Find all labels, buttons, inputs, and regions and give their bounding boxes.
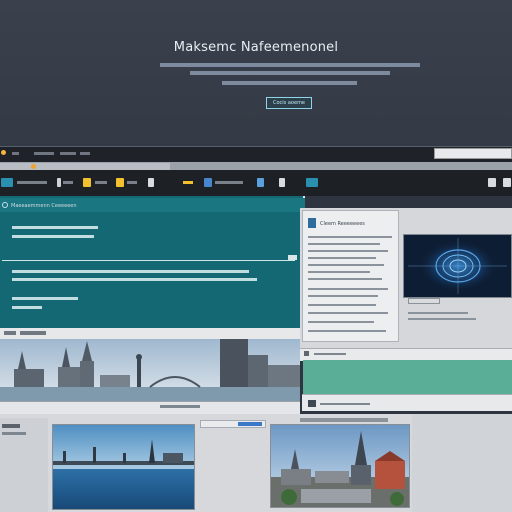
sidebar-label [2,424,20,428]
toolbar-label [20,331,46,335]
text-line [308,257,376,259]
text-line [308,304,376,306]
viz-action-button[interactable] [408,298,440,304]
text-line [308,250,388,252]
castle-graphic [271,425,409,507]
text-line [308,288,388,290]
text-line [12,297,78,300]
grid-icon[interactable] [1,178,13,187]
text-line [308,278,382,280]
city-image[interactable] [0,339,300,401]
text-line [308,271,370,273]
menu-item-file[interactable] [12,152,19,155]
text-line [12,235,94,238]
toolbar-label [127,181,137,184]
text-line [12,226,98,229]
hero-cta-button[interactable]: Cocis aoeme [266,97,312,109]
visualization-image[interactable] [403,234,512,298]
hero-title: Maksemc Nafeemenonel [173,40,339,55]
text-line [12,306,42,309]
image-status-bar [0,401,300,415]
menu-item-view[interactable] [60,152,76,155]
document-title: Cleem Reeeeeees [320,221,365,227]
image-icon[interactable] [257,178,264,187]
hero-subtitle-line [160,63,420,67]
tab-indicator-icon [31,164,36,169]
document-icon[interactable] [279,178,285,187]
flag-icon[interactable] [148,178,154,187]
footer-icon [308,400,316,407]
text-line [308,236,392,238]
search-input[interactable] [434,148,512,159]
toolbar [0,170,512,196]
bridge-graphic [53,425,194,509]
divider-icon [57,178,61,187]
document-icon [308,218,316,228]
text-line [408,318,476,320]
toolbar-label [17,181,47,184]
bridge-image[interactable] [52,424,195,510]
text-line [308,330,386,332]
text-line [308,243,380,245]
chart-icon[interactable] [204,178,212,187]
text-line [308,312,388,314]
toolbar-label [4,331,16,335]
divider [2,260,295,261]
menu-item-help[interactable] [80,152,90,155]
text-line [12,270,249,273]
panel-heading: Maeeaemmenn Ceeeeeen [11,203,77,209]
radar-graphic [404,235,511,297]
close-icon[interactable] [503,178,511,187]
hero-subtitle-line [222,81,357,85]
toolbar-label [95,181,107,184]
text-line [308,321,374,323]
toolbar-label [63,181,73,184]
gallery-right-panel [412,414,512,512]
menu-item-edit[interactable] [34,152,54,155]
section-label [314,353,346,355]
star-icon[interactable] [83,178,91,187]
toolbar-label [215,181,243,184]
sidebar-label [2,432,26,435]
app-logo-icon[interactable] [1,150,6,155]
tab-highlight [238,422,262,426]
city-skyline-graphic [0,339,300,401]
image-caption [300,418,388,422]
panel-logo-icon [2,202,8,208]
settings-icon[interactable] [306,178,318,187]
castle-image[interactable] [270,424,410,508]
section-icon [304,351,309,356]
hero-subtitle-line [190,71,390,75]
folder-icon[interactable] [116,178,124,187]
footer-label [320,403,370,405]
toolbar-label [183,181,193,184]
text-line [308,264,384,266]
main-editor-panel [0,196,305,328]
status-panel [303,360,512,394]
text-line [408,312,468,314]
text-line [12,278,257,281]
window-icon[interactable] [488,178,496,187]
status-label [160,405,200,408]
text-line [308,295,378,297]
tab-active[interactable] [0,163,170,170]
